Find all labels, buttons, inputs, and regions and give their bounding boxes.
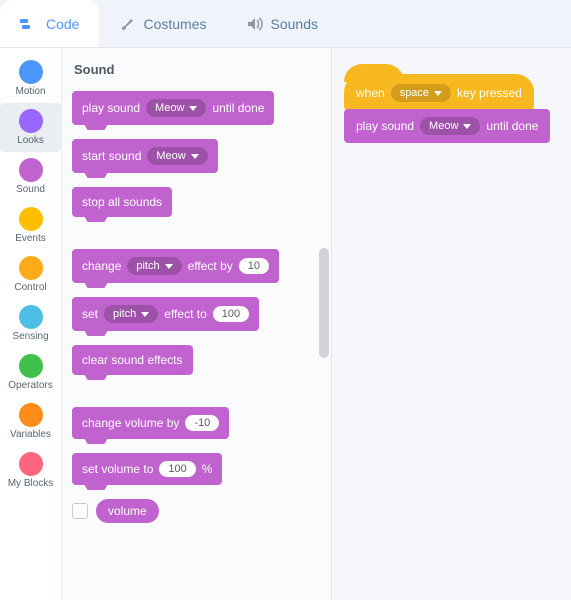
- block-text: %: [202, 462, 213, 476]
- category-column: Motion Looks Sound Events Control Sensin…: [0, 48, 62, 600]
- chevron-down-icon: [434, 91, 442, 96]
- block-text: effect by: [188, 259, 233, 273]
- block-stop-all-sounds[interactable]: stop all sounds: [72, 187, 172, 217]
- operators-dot-icon: [19, 354, 43, 378]
- myblocks-dot-icon: [19, 452, 43, 476]
- effect-dropdown[interactable]: pitch: [127, 257, 181, 275]
- block-palette: Sound play sound Meow until done start s…: [62, 48, 332, 600]
- block-clear-sound-effects[interactable]: clear sound effects: [72, 345, 193, 375]
- category-sound[interactable]: Sound: [0, 152, 61, 201]
- block-play-sound-until-done[interactable]: play sound Meow until done: [344, 109, 550, 143]
- brush-icon: [119, 16, 135, 32]
- variables-dot-icon: [19, 403, 43, 427]
- palette-title: Sound: [74, 62, 321, 77]
- sound-dropdown[interactable]: Meow: [146, 99, 206, 117]
- chevron-down-icon: [141, 312, 149, 317]
- block-text: clear sound effects: [82, 353, 183, 367]
- sound-dropdown[interactable]: Meow: [420, 117, 480, 135]
- block-text: until done: [212, 101, 264, 115]
- block-text: when: [356, 86, 385, 100]
- category-myblocks[interactable]: My Blocks: [0, 446, 61, 495]
- category-variables[interactable]: Variables: [0, 397, 61, 446]
- main-area: Motion Looks Sound Events Control Sensin…: [0, 48, 571, 600]
- script-canvas[interactable]: when space key pressed play sound Meow u…: [332, 48, 571, 600]
- category-operators[interactable]: Operators: [0, 348, 61, 397]
- chevron-down-icon: [191, 154, 199, 159]
- category-control[interactable]: Control: [0, 250, 61, 299]
- block-text: stop all sounds: [82, 195, 162, 209]
- category-label: Control: [14, 282, 46, 293]
- palette-stack: play sound Meow until done start sound M…: [72, 91, 321, 523]
- category-label: Looks: [17, 135, 44, 146]
- reporter-volume-row: volume: [72, 499, 159, 523]
- canvas-script[interactable]: when space key pressed play sound Meow u…: [344, 74, 571, 143]
- block-text: set: [82, 307, 98, 321]
- number-input[interactable]: 100: [213, 306, 249, 322]
- sound-dot-icon: [19, 158, 43, 182]
- tab-sounds[interactable]: Sounds: [227, 0, 338, 47]
- number-input[interactable]: 10: [239, 258, 269, 274]
- category-sensing[interactable]: Sensing: [0, 299, 61, 348]
- tab-costumes[interactable]: Costumes: [99, 0, 226, 47]
- block-text: key pressed: [457, 86, 522, 100]
- category-label: Operators: [8, 380, 52, 391]
- sound-dropdown[interactable]: Meow: [147, 147, 207, 165]
- control-dot-icon: [19, 256, 43, 280]
- tab-sounds-label: Sounds: [271, 16, 318, 32]
- block-text: effect to: [164, 307, 206, 321]
- tab-code-label: Code: [46, 16, 79, 32]
- key-dropdown[interactable]: space: [391, 84, 451, 102]
- category-label: Variables: [10, 429, 51, 440]
- tab-code[interactable]: Code: [0, 0, 99, 47]
- monitor-checkbox[interactable]: [72, 503, 88, 519]
- motion-dot-icon: [19, 60, 43, 84]
- looks-dot-icon: [19, 109, 43, 133]
- chevron-down-icon: [463, 124, 471, 129]
- category-label: My Blocks: [8, 478, 54, 489]
- reporter-volume[interactable]: volume: [96, 499, 159, 523]
- block-text: change volume by: [82, 416, 179, 430]
- number-input[interactable]: -10: [185, 415, 219, 431]
- block-text: play sound: [82, 101, 140, 115]
- block-play-sound-until-done[interactable]: play sound Meow until done: [72, 91, 274, 125]
- effect-dropdown[interactable]: pitch: [104, 305, 158, 323]
- chevron-down-icon: [165, 264, 173, 269]
- category-events[interactable]: Events: [0, 201, 61, 250]
- category-label: Sensing: [12, 331, 48, 342]
- block-text: change: [82, 259, 121, 273]
- chevron-down-icon: [189, 106, 197, 111]
- category-looks[interactable]: Looks: [0, 103, 61, 152]
- block-change-volume-by[interactable]: change volume by -10: [72, 407, 229, 439]
- tab-costumes-label: Costumes: [143, 16, 206, 32]
- block-set-effect-to[interactable]: set pitch effect to 100: [72, 297, 259, 331]
- editor-tabs: Code Costumes Sounds: [0, 0, 571, 48]
- block-change-effect-by[interactable]: change pitch effect by 10: [72, 249, 279, 283]
- code-icon: [20, 17, 38, 31]
- block-text: start sound: [82, 149, 141, 163]
- category-label: Sound: [16, 184, 45, 195]
- block-start-sound[interactable]: start sound Meow: [72, 139, 218, 173]
- category-label: Motion: [15, 86, 45, 97]
- block-text: set volume to: [82, 462, 153, 476]
- speaker-icon: [247, 17, 263, 31]
- block-set-volume-to[interactable]: set volume to 100 %: [72, 453, 222, 485]
- category-label: Events: [15, 233, 46, 244]
- category-motion[interactable]: Motion: [0, 54, 61, 103]
- block-when-key-pressed[interactable]: when space key pressed: [344, 74, 534, 110]
- palette-scrollbar[interactable]: [319, 248, 329, 358]
- sensing-dot-icon: [19, 305, 43, 329]
- block-text: until done: [486, 119, 538, 133]
- events-dot-icon: [19, 207, 43, 231]
- block-text: play sound: [356, 119, 414, 133]
- number-input[interactable]: 100: [159, 461, 195, 477]
